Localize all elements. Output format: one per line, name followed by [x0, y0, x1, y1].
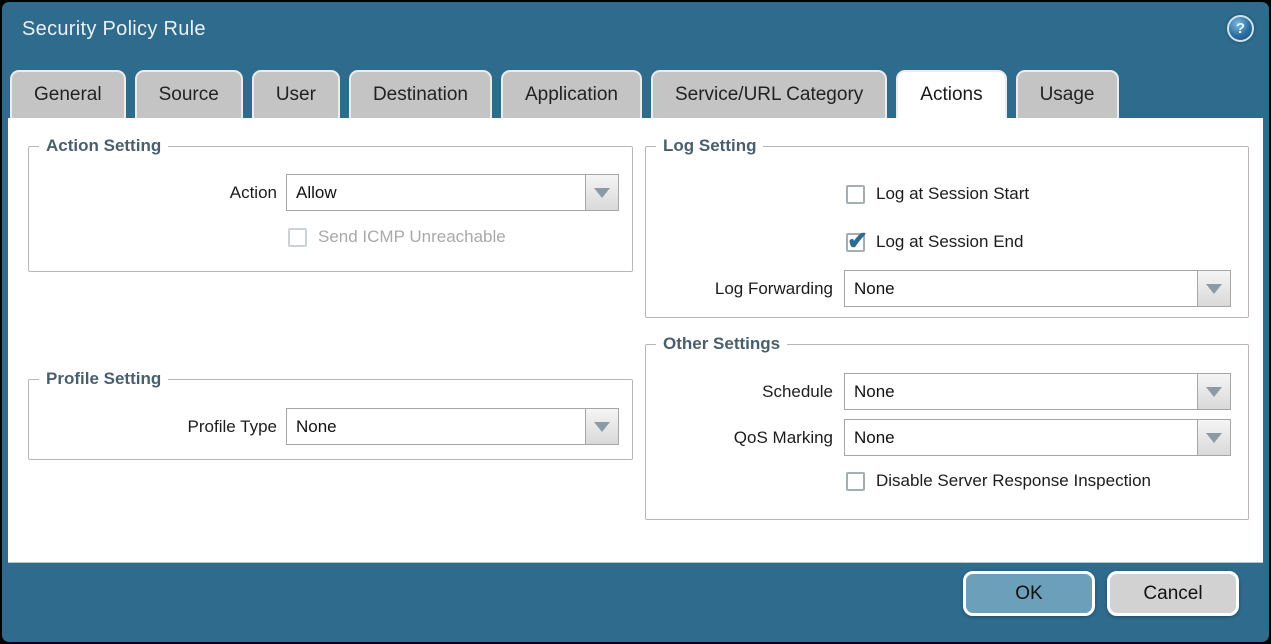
tab-bar: General Source User Destination Applicat…	[10, 70, 1119, 118]
tab-actions[interactable]: Actions	[896, 70, 1006, 118]
chevron-down-icon	[1206, 433, 1222, 443]
tab-service-url-category[interactable]: Service/URL Category	[651, 70, 887, 118]
profile-type-dropdown[interactable]: None	[286, 408, 619, 445]
dialog-title: Security Policy Rule	[22, 18, 206, 41]
tab-destination[interactable]: Destination	[349, 70, 492, 118]
log-session-end-label: Log at Session End	[876, 232, 1023, 252]
action-setting-legend: Action Setting	[39, 136, 168, 156]
profile-setting-legend: Profile Setting	[39, 369, 168, 389]
tab-source[interactable]: Source	[135, 70, 243, 118]
qos-marking-label: QoS Marking	[646, 428, 833, 448]
log-session-start-label: Log at Session Start	[876, 184, 1029, 204]
action-dropdown-button[interactable]	[586, 174, 619, 211]
disable-server-response-inspection-checkbox[interactable]	[846, 472, 865, 491]
profile-type-label: Profile Type	[29, 417, 277, 437]
tab-usage[interactable]: Usage	[1016, 70, 1119, 118]
disable-server-response-inspection-label: Disable Server Response Inspection	[876, 471, 1151, 491]
cancel-button[interactable]: Cancel	[1107, 571, 1239, 616]
ok-button[interactable]: OK	[963, 571, 1095, 616]
schedule-dropdown-value: None	[844, 373, 1198, 410]
log-session-end-checkbox[interactable]	[846, 233, 865, 252]
profile-type-dropdown-button[interactable]	[586, 408, 619, 445]
qos-marking-dropdown[interactable]: None	[844, 419, 1231, 456]
tab-general[interactable]: General	[10, 70, 126, 118]
action-dropdown[interactable]: Allow	[286, 174, 619, 211]
other-settings-legend: Other Settings	[656, 334, 787, 354]
chevron-down-icon	[594, 188, 610, 198]
schedule-dropdown[interactable]: None	[844, 373, 1231, 410]
chevron-down-icon	[1206, 284, 1222, 294]
profile-setting-group: Profile Setting Profile Type None	[28, 379, 633, 460]
chevron-down-icon	[594, 422, 610, 432]
log-forwarding-dropdown-button[interactable]	[1198, 270, 1231, 307]
tab-content-panel: Action Setting Action Allow Send ICMP Un…	[8, 118, 1263, 563]
action-dropdown-value: Allow	[286, 174, 586, 211]
log-setting-legend: Log Setting	[656, 136, 763, 156]
schedule-label: Schedule	[646, 382, 833, 402]
tab-application[interactable]: Application	[501, 70, 642, 118]
log-forwarding-dropdown-value: None	[844, 270, 1198, 307]
log-setting-group: Log Setting Log at Session Start Log at …	[645, 146, 1249, 318]
action-label: Action	[29, 183, 277, 203]
action-setting-group: Action Setting Action Allow Send ICMP Un…	[28, 146, 633, 272]
tab-user[interactable]: User	[252, 70, 340, 118]
chevron-down-icon	[1206, 387, 1222, 397]
log-forwarding-dropdown[interactable]: None	[844, 270, 1231, 307]
schedule-dropdown-button[interactable]	[1198, 373, 1231, 410]
send-icmp-unreachable-label: Send ICMP Unreachable	[318, 227, 506, 247]
help-icon[interactable]: ?	[1227, 15, 1254, 42]
other-settings-group: Other Settings Schedule None QoS Marking…	[645, 344, 1249, 520]
profile-type-dropdown-value: None	[286, 408, 586, 445]
security-policy-rule-dialog: Security Policy Rule ? General Source Us…	[0, 0, 1271, 644]
log-session-start-checkbox[interactable]	[846, 185, 865, 204]
qos-marking-dropdown-button[interactable]	[1198, 419, 1231, 456]
log-forwarding-label: Log Forwarding	[646, 279, 833, 299]
qos-marking-dropdown-value: None	[844, 419, 1198, 456]
send-icmp-unreachable-checkbox[interactable]	[288, 228, 307, 247]
